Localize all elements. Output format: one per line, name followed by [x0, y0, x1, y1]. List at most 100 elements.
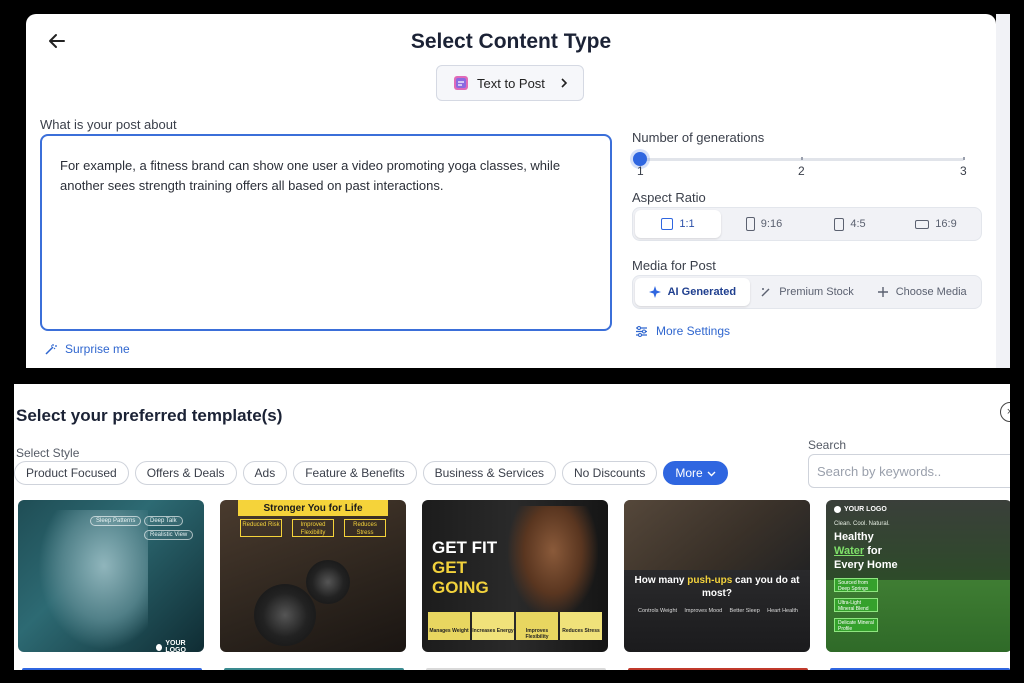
question-text: How many	[634, 575, 688, 586]
media-option-choose-media[interactable]: Choose Media	[864, 278, 979, 306]
template-pill: Deep Talk	[144, 516, 183, 526]
style-chip-business-services[interactable]: Business & Services	[422, 461, 556, 485]
sliders-icon	[636, 325, 647, 337]
template-image	[508, 506, 598, 618]
aspect-option-label: 4:5	[850, 218, 866, 230]
template-grid: Sleep Patterns Deep Talk Realistic View …	[18, 500, 1010, 652]
content-type-button[interactable]: Text to Post	[436, 65, 584, 101]
style-chip-feature-benefits[interactable]: Feature & Benefits	[293, 461, 417, 485]
template-headline: GOING	[432, 578, 489, 597]
search-input[interactable]	[808, 454, 1010, 488]
next-row-card-edge	[830, 668, 1010, 670]
template-card[interactable]: YOUR LOGO Clean. Cool. Natural. Healthy …	[826, 500, 1010, 652]
search-label: Search	[808, 438, 847, 452]
template-headline: GET	[432, 558, 467, 577]
aspect-option-9-16[interactable]: 9:16	[721, 210, 807, 238]
template-logo-text: YOUR LOGO	[844, 506, 887, 513]
media-option-label: Premium Stock	[779, 286, 854, 298]
template-pill: Realistic View	[144, 530, 194, 540]
post-text: For example, a fitness brand can show on…	[60, 158, 561, 193]
portrait-icon	[834, 217, 845, 231]
aspect-option-label: 1:1	[679, 218, 695, 230]
headline-part: Every Home	[834, 559, 898, 571]
template-box: Reduces Stress	[344, 519, 386, 537]
template-image	[624, 500, 810, 570]
post-icon	[453, 75, 469, 91]
content-type-label: Text to Post	[477, 75, 545, 91]
more-styles-button[interactable]: More	[663, 461, 728, 485]
template-feature: Heart Health	[767, 608, 798, 614]
slider-tick-label: 1	[637, 164, 644, 178]
media-label: Media for Post	[632, 258, 716, 273]
post-label: What is your post about	[40, 117, 177, 132]
template-box: Improved Flexibility	[292, 519, 334, 537]
style-chips: Product Focused Offers & Deals Ads Featu…	[14, 461, 728, 485]
next-row-card-edge	[22, 668, 202, 670]
template-feature: Better Sleep	[729, 608, 760, 614]
template-card[interactable]: Stronger You for Life Reduced Risk Impro…	[220, 500, 406, 652]
template-logo: YOUR LOGO	[156, 640, 204, 652]
slider-tick-mark	[801, 157, 803, 160]
template-card[interactable]: How many push-ups can you do at most? Co…	[624, 500, 810, 652]
template-card[interactable]: Sleep Patterns Deep Talk Realistic View …	[18, 500, 204, 652]
template-features: Controls Weight Improves Mood Better Sle…	[638, 608, 798, 614]
aspect-ratio-selector: 1:1 9:16 4:5 16:9	[632, 207, 982, 241]
template-card[interactable]: GET FIT GET GOING Manages Weight Increas…	[422, 500, 608, 652]
post-textarea[interactable]: For example, a fitness brand can show on…	[40, 134, 612, 331]
style-chip-ads[interactable]: Ads	[242, 461, 288, 485]
next-row-card-edge	[628, 668, 808, 670]
template-box: Reduced Risk	[240, 519, 282, 537]
media-option-label: AI Generated	[667, 286, 737, 298]
chevron-down-icon	[707, 471, 716, 476]
aspect-option-4-5[interactable]: 4:5	[807, 210, 893, 238]
logo-icon	[834, 506, 841, 513]
style-label: Select Style	[16, 446, 80, 460]
question-highlight: push-ups	[687, 575, 733, 586]
template-pill: Sleep Patterns	[90, 516, 142, 526]
aspect-option-16-9[interactable]: 16:9	[893, 210, 979, 238]
aspect-option-1-1[interactable]: 1:1	[635, 210, 721, 238]
template-feature: Increases Energy	[472, 612, 514, 640]
next-row-card-edge	[224, 668, 404, 670]
headline-part: Water	[834, 545, 865, 557]
aspect-option-label: 16:9	[935, 218, 957, 230]
surprise-me-label: Surprise me	[65, 342, 130, 356]
close-icon[interactable]: ×	[1000, 402, 1010, 422]
style-chip-no-discounts[interactable]: No Discounts	[562, 461, 658, 485]
weight-plate-image	[254, 584, 316, 646]
template-logo: YOUR LOGO	[834, 506, 887, 513]
page-title: Select Content Type	[410, 30, 612, 53]
logo-icon	[156, 643, 163, 651]
magic-wand-icon	[45, 343, 57, 355]
media-option-premium-stock[interactable]: Premium Stock	[750, 278, 865, 306]
template-headline: GET FIT	[432, 538, 498, 557]
scroll-area-edge	[996, 14, 1010, 368]
template-banner: Stronger You for Life	[238, 500, 388, 516]
template-feature: Reduces Stress	[560, 612, 602, 640]
weight-plate-image	[306, 560, 350, 604]
style-chip-product-focused[interactable]: Product Focused	[14, 461, 129, 485]
surprise-me-button[interactable]: Surprise me	[44, 342, 130, 356]
next-row-card-edge	[426, 668, 606, 670]
aspect-option-label: 9:16	[760, 218, 783, 230]
media-option-label: Choose Media	[895, 286, 967, 298]
media-selector: AI Generated Premium Stock Choose Media	[632, 275, 982, 309]
content-type-card: Select Content Type Text to Post What is…	[26, 14, 996, 368]
template-logo-text: YOUR LOGO	[165, 640, 186, 652]
template-feature: Controls Weight	[638, 608, 678, 614]
style-chip-offers-deals[interactable]: Offers & Deals	[134, 461, 237, 485]
portrait-icon	[745, 217, 755, 231]
template-tag: Ultra-Light Mineral Blend	[834, 598, 878, 612]
slider-tick-mark	[963, 157, 965, 160]
template-feature: Manages Weight	[428, 612, 470, 640]
landscape-icon	[915, 219, 930, 229]
template-image	[38, 510, 148, 650]
headline-part: for	[864, 545, 882, 557]
template-question: How many push-ups can you do at most?	[624, 574, 810, 600]
media-option-ai-generated[interactable]: AI Generated	[635, 278, 750, 306]
template-panel: Select your preferred template(s) × Sele…	[14, 384, 1010, 670]
content-type-panel: Select Content Type Text to Post What is…	[0, 0, 1024, 370]
slider-tick-label: 2	[798, 164, 805, 178]
square-icon	[661, 218, 674, 230]
more-settings-button[interactable]: More Settings	[635, 324, 730, 338]
